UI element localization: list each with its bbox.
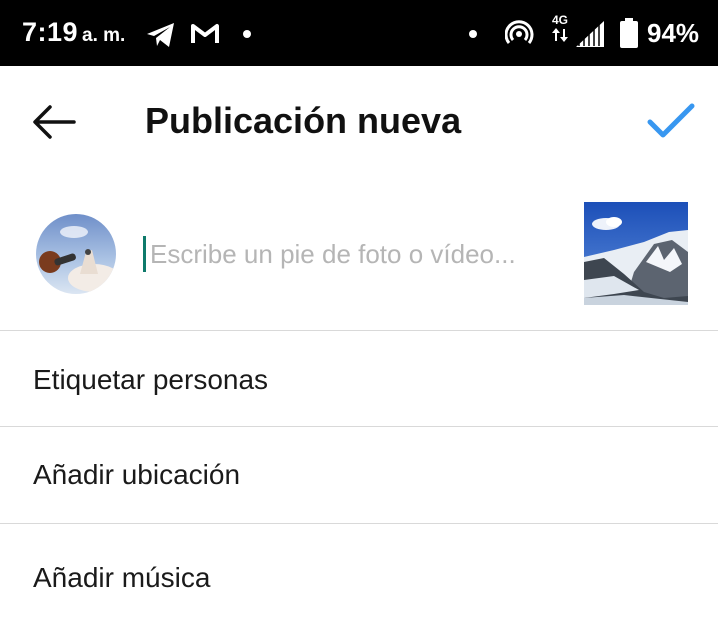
status-time: 7:19	[22, 17, 79, 47]
caption-section	[0, 176, 718, 330]
share-confirm-button[interactable]	[645, 102, 697, 142]
battery-percent: 94%	[647, 18, 700, 48]
add-location-label: Añadir ubicación	[33, 459, 241, 490]
telegram-icon	[147, 23, 174, 47]
status-ampm: a. m.	[82, 25, 126, 46]
back-button[interactable]	[26, 102, 82, 142]
checkmark-icon	[647, 103, 695, 138]
signal-icon	[576, 21, 604, 47]
profile-photo	[39, 226, 116, 292]
status-bar: 7:19 a. m. 4G 94%	[0, 0, 718, 66]
add-location-row[interactable]: Añadir ubicación	[0, 426, 718, 524]
mountain-photo	[584, 202, 688, 305]
tag-people-row[interactable]: Etiquetar personas	[0, 330, 718, 427]
hotspot-icon	[505, 20, 534, 44]
battery-icon	[620, 18, 638, 48]
notification-dot-icon	[243, 30, 251, 38]
caption-input[interactable]	[143, 236, 560, 272]
page-title: Publicación nueva	[145, 100, 462, 141]
add-music-row[interactable]: Añadir música	[0, 523, 718, 634]
post-thumbnail[interactable]	[584, 202, 688, 305]
network-type: 4G	[552, 14, 568, 42]
data-arrows-icon	[552, 28, 568, 42]
arrow-left-icon	[33, 105, 76, 139]
avatar	[36, 214, 116, 294]
app-bar: Publicación nueva	[0, 66, 718, 176]
notification-dot-icon	[469, 30, 477, 38]
add-music-label: Añadir música	[33, 562, 211, 593]
tag-people-label: Etiquetar personas	[33, 364, 269, 395]
gmail-icon	[191, 24, 219, 43]
